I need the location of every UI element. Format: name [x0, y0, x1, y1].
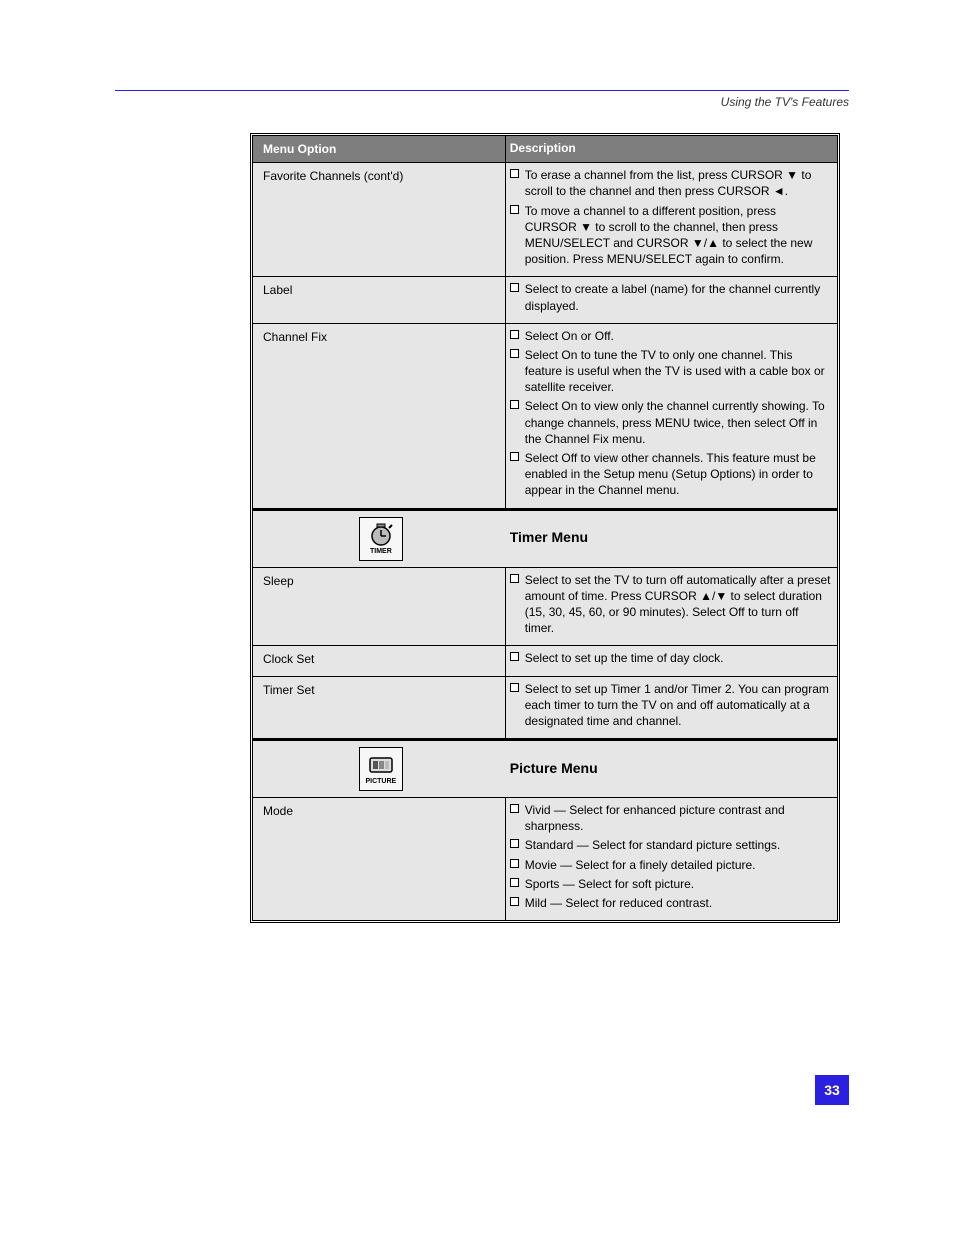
bullet-icon [510, 839, 519, 848]
table-header-option: Menu Option [253, 136, 506, 162]
row-item: Mild — Select for reduced contrast. [525, 895, 712, 911]
bullet-icon [510, 859, 519, 868]
row-item: Select On or Off. [525, 328, 614, 344]
bullet-icon [510, 652, 519, 661]
row-item: Select to set up the time of day clock. [525, 650, 724, 666]
table-row: Favorite Channels (cont'd) To erase a ch… [253, 163, 837, 277]
bullet-icon [510, 169, 519, 178]
row-description: Select On or Off. Select On to tune the … [506, 324, 837, 508]
bullet-icon [510, 400, 519, 409]
row-label: Sleep [253, 568, 506, 646]
section-row-picture: PICTURE Picture Menu [253, 739, 837, 798]
row-description: Select to create a label (name) for the … [506, 277, 837, 322]
breadcrumb: Using the TV's Features [115, 95, 849, 109]
options-table: Menu Option Description Favorite Channel… [250, 133, 840, 923]
section-title: Picture Menu [510, 759, 598, 778]
row-label: Label [253, 277, 506, 322]
row-item: Select Off to view other channels. This … [525, 450, 831, 499]
row-item: Movie — Select for a finely detailed pic… [525, 857, 756, 873]
row-item: Sports — Select for soft picture. [525, 876, 694, 892]
bullet-icon [510, 574, 519, 583]
table-row: Mode Vivid — Select for enhanced picture… [253, 798, 837, 920]
table-row: Clock Set Select to set up the time of d… [253, 646, 837, 676]
bullet-icon [510, 897, 519, 906]
row-label: Favorite Channels (cont'd) [253, 163, 506, 276]
row-item: To erase a channel from the list, press … [525, 167, 831, 199]
row-description: Select to set the TV to turn off automat… [506, 568, 837, 646]
row-item: Vivid — Select for enhanced picture cont… [525, 802, 831, 834]
table-header-row: Menu Option Description [253, 136, 837, 163]
timer-icon: TIMER [359, 517, 403, 561]
table-header-description: Description [506, 136, 837, 162]
table-row: Sleep Select to set the TV to turn off a… [253, 568, 837, 647]
row-label: Timer Set [253, 677, 506, 739]
row-description: Select to set up the time of day clock. [506, 646, 837, 675]
table-row: Channel Fix Select On or Off. Select On … [253, 324, 837, 509]
bullet-icon [510, 804, 519, 813]
bullet-icon [510, 452, 519, 461]
row-item: To move a channel to a different positio… [525, 203, 831, 268]
row-description: To erase a channel from the list, press … [506, 163, 837, 276]
page-number-badge: 33 [815, 1075, 849, 1105]
row-description: Vivid — Select for enhanced picture cont… [506, 798, 837, 920]
bullet-icon [510, 205, 519, 214]
row-description: Select to set up Timer 1 and/or Timer 2.… [506, 677, 837, 739]
row-item: Select On to view only the channel curre… [525, 398, 831, 447]
section-title: Timer Menu [510, 528, 588, 547]
row-item: Select On to tune the TV to only one cha… [525, 347, 831, 396]
picture-icon: PICTURE [359, 747, 403, 791]
bullet-icon [510, 330, 519, 339]
row-item: Select to set the TV to turn off automat… [525, 572, 831, 637]
row-label: Mode [253, 798, 506, 920]
row-item: Select to set up Timer 1 and/or Timer 2.… [525, 681, 831, 730]
row-item: Select to create a label (name) for the … [525, 281, 831, 313]
table-row: Timer Set Select to set up Timer 1 and/o… [253, 677, 837, 740]
header-divider [115, 90, 849, 91]
table-row: Label Select to create a label (name) fo… [253, 277, 837, 323]
row-item: Standard — Select for standard picture s… [525, 837, 780, 853]
row-label: Channel Fix [253, 324, 506, 508]
bullet-icon [510, 283, 519, 292]
bullet-icon [510, 878, 519, 887]
row-label: Clock Set [253, 646, 506, 675]
bullet-icon [510, 683, 519, 692]
bullet-icon [510, 349, 519, 358]
section-row-timer: TIMER Timer Menu [253, 509, 837, 568]
